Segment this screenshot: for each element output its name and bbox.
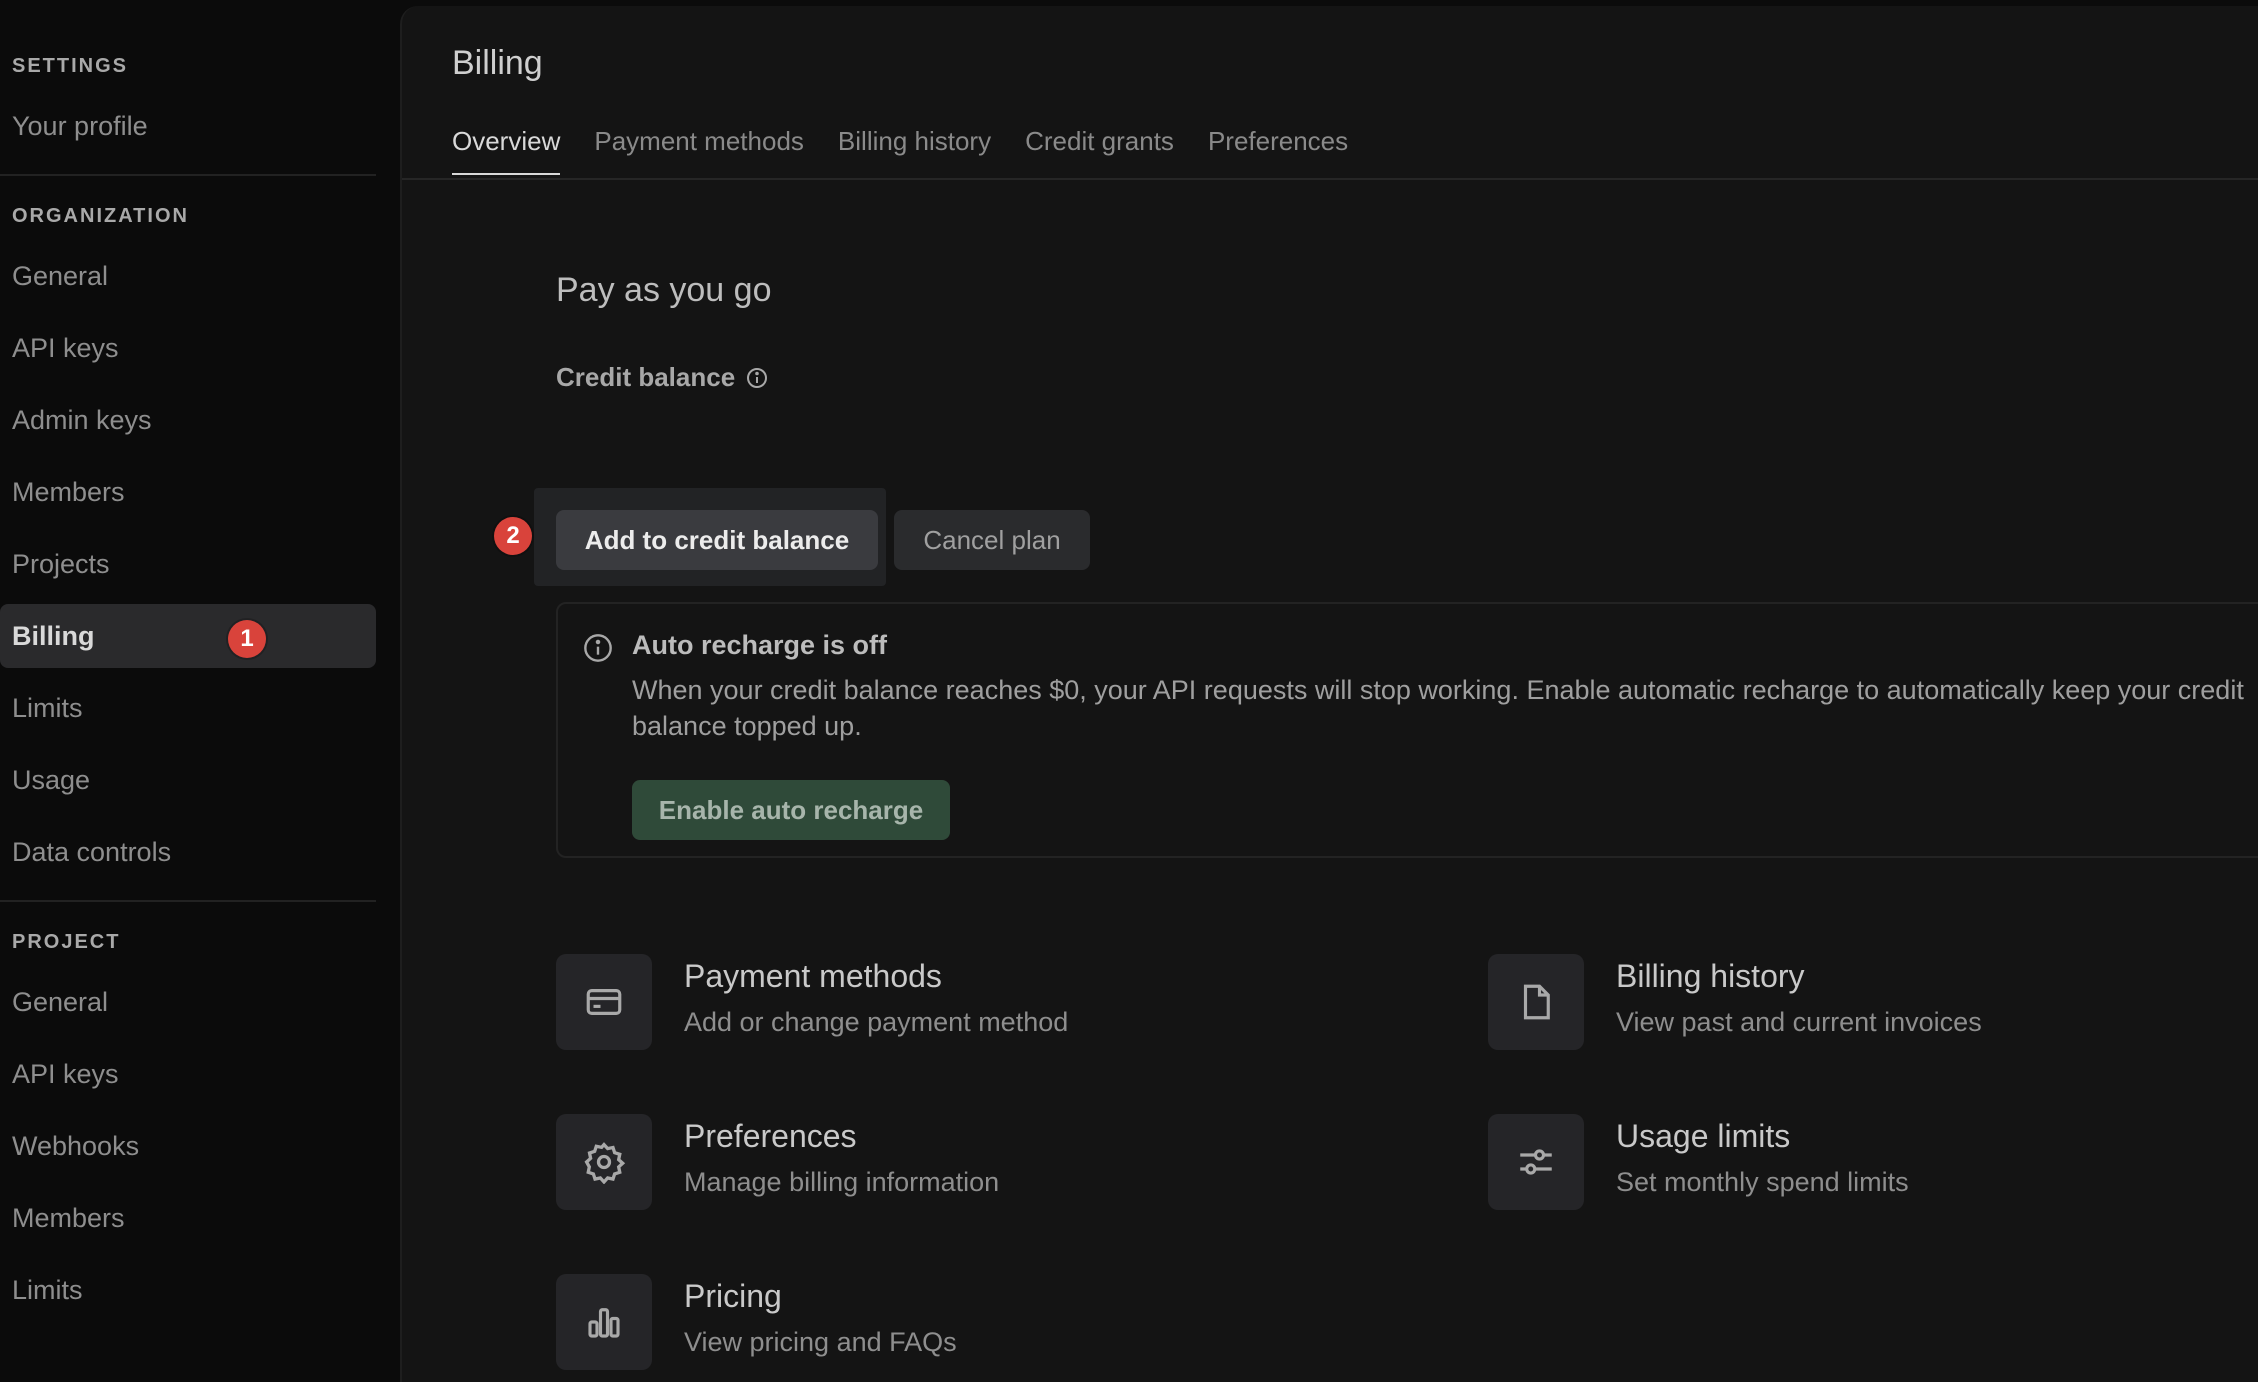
plan-title: Pay as you go (556, 271, 772, 309)
card-title: Usage limits (1616, 1118, 1791, 1154)
sidebar-item-project-limits[interactable]: Limits (0, 1258, 376, 1322)
tab-billing-history[interactable]: Billing history (838, 126, 991, 175)
annotation-badge-1: 1 (228, 620, 266, 658)
card-pricing[interactable]: Pricing View pricing and FAQs (556, 1274, 957, 1370)
sidebar-item-org-general[interactable]: General (0, 244, 376, 308)
info-icon (582, 632, 614, 664)
sidebar-divider (0, 174, 376, 176)
main-panel: Billing Overview Payment methods Billing… (400, 6, 2258, 1382)
credit-balance-label: Credit balance (556, 362, 769, 393)
sidebar-item-org-limits[interactable]: Limits (0, 676, 376, 740)
tabs-divider (402, 178, 2258, 180)
info-icon[interactable] (745, 366, 769, 390)
sidebar-divider (0, 900, 376, 902)
sidebar-item-org-api-keys[interactable]: API keys (0, 316, 376, 380)
credit-balance-text: Credit balance (556, 362, 736, 392)
tab-payment-methods[interactable]: Payment methods (594, 126, 804, 175)
settings-section-title: SETTINGS (12, 55, 129, 77)
gear-icon (556, 1114, 652, 1210)
card-title: Billing history (1616, 958, 1805, 994)
sidebar-item-project-members[interactable]: Members (0, 1186, 376, 1250)
sidebar-item-your-profile[interactable]: Your profile (0, 94, 376, 158)
tab-preferences[interactable]: Preferences (1208, 126, 1348, 175)
cancel-plan-button[interactable]: Cancel plan (894, 510, 1090, 570)
annotation-badge-2: 2 (494, 517, 532, 555)
document-icon (1488, 954, 1584, 1050)
card-subtitle: Manage billing information (684, 1167, 1000, 1197)
add-to-credit-balance-button[interactable]: Add to credit balance (556, 510, 878, 570)
sidebar-item-data-controls[interactable]: Data controls (0, 820, 376, 884)
sidebar-item-project-api-keys[interactable]: API keys (0, 1042, 376, 1106)
sidebar-item-project-general[interactable]: General (0, 970, 376, 1034)
card-title: Pricing (684, 1278, 782, 1314)
card-subtitle: View pricing and FAQs (684, 1327, 957, 1357)
bar-chart-icon (556, 1274, 652, 1370)
card-payment-methods[interactable]: Payment methods Add or change payment me… (556, 954, 1068, 1050)
card-subtitle: Add or change payment method (684, 1007, 1069, 1037)
auto-recharge-notice: Auto recharge is off When your credit ba… (556, 602, 2258, 858)
card-title: Payment methods (684, 958, 942, 994)
card-usage-limits[interactable]: Usage limits Set monthly spend limits (1488, 1114, 1909, 1210)
credit-card-icon (556, 954, 652, 1050)
card-title: Preferences (684, 1118, 857, 1154)
page-title: Billing (452, 44, 543, 82)
sidebar-item-projects[interactable]: Projects (0, 532, 376, 596)
sidebar-item-webhooks[interactable]: Webhooks (0, 1114, 376, 1178)
sidebar-item-usage[interactable]: Usage (0, 748, 376, 812)
sidebar-item-billing[interactable]: Billing (0, 604, 376, 668)
card-subtitle: Set monthly spend limits (1616, 1167, 1909, 1197)
notice-text: When your credit balance reaches $0, you… (632, 675, 2244, 741)
tab-overview[interactable]: Overview (452, 126, 561, 175)
card-preferences[interactable]: Preferences Manage billing information (556, 1114, 999, 1210)
enable-auto-recharge-button[interactable]: Enable auto recharge (632, 780, 950, 840)
billing-tabs: Overview Payment methods Billing history… (452, 126, 1348, 175)
tab-credit-grants[interactable]: Credit grants (1025, 126, 1174, 175)
notice-title: Auto recharge is off (632, 630, 888, 660)
sidebar: SETTINGS Your profile ORGANIZATION Gener… (0, 0, 392, 1382)
project-section-title: PROJECT (12, 931, 121, 953)
card-subtitle: View past and current invoices (1616, 1007, 1982, 1037)
sidebar-item-admin-keys[interactable]: Admin keys (0, 388, 376, 452)
sliders-icon (1488, 1114, 1584, 1210)
organization-section-title: ORGANIZATION (12, 205, 189, 227)
sidebar-item-org-members[interactable]: Members (0, 460, 376, 524)
card-billing-history[interactable]: Billing history View past and current in… (1488, 954, 1982, 1050)
